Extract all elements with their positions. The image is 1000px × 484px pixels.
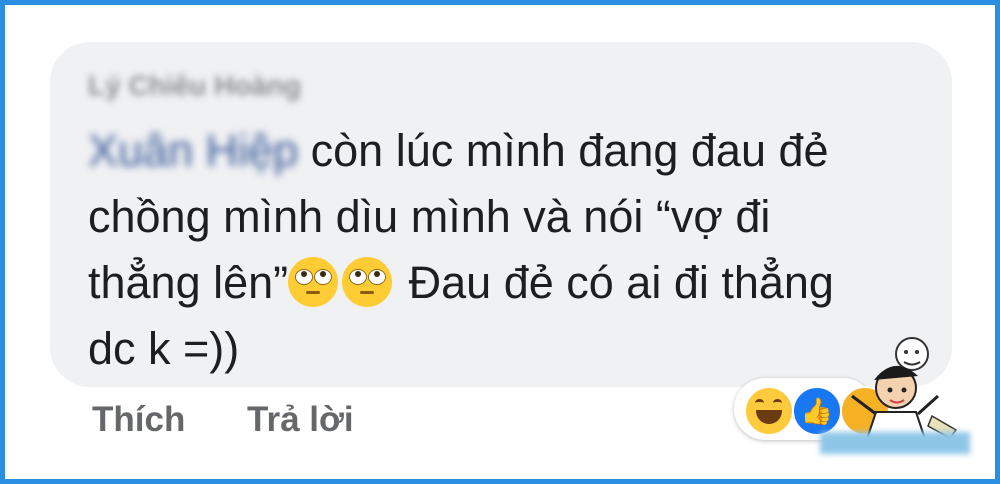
comment-line-4: Đau đẻ có ai đi thẳng	[396, 257, 834, 308]
reply-link[interactable]: Trả lời	[247, 400, 354, 440]
haha-reaction-icon	[744, 386, 794, 436]
comment-line-2: chồng mình dìu mình và nói “vợ đi	[88, 191, 771, 242]
like-link[interactable]: Thích	[92, 400, 185, 440]
comment-text: Xuân Hiệp còn lúc mình đang đau đẻ chồng…	[88, 118, 938, 382]
comment-author-name[interactable]: Lý Chiêu Hoàng	[88, 70, 301, 108]
rolling-eyes-emoji	[342, 257, 393, 307]
comment-line-3: thẳng lên”	[88, 257, 289, 308]
rolling-eyes-emoji	[288, 257, 339, 307]
comment-line-5: dc k =))	[88, 323, 240, 374]
watermark-band	[820, 432, 970, 454]
comment-line-1: còn lúc mình đang đau đẻ	[298, 125, 829, 176]
mention-link[interactable]: Xuân Hiệp	[88, 125, 298, 176]
